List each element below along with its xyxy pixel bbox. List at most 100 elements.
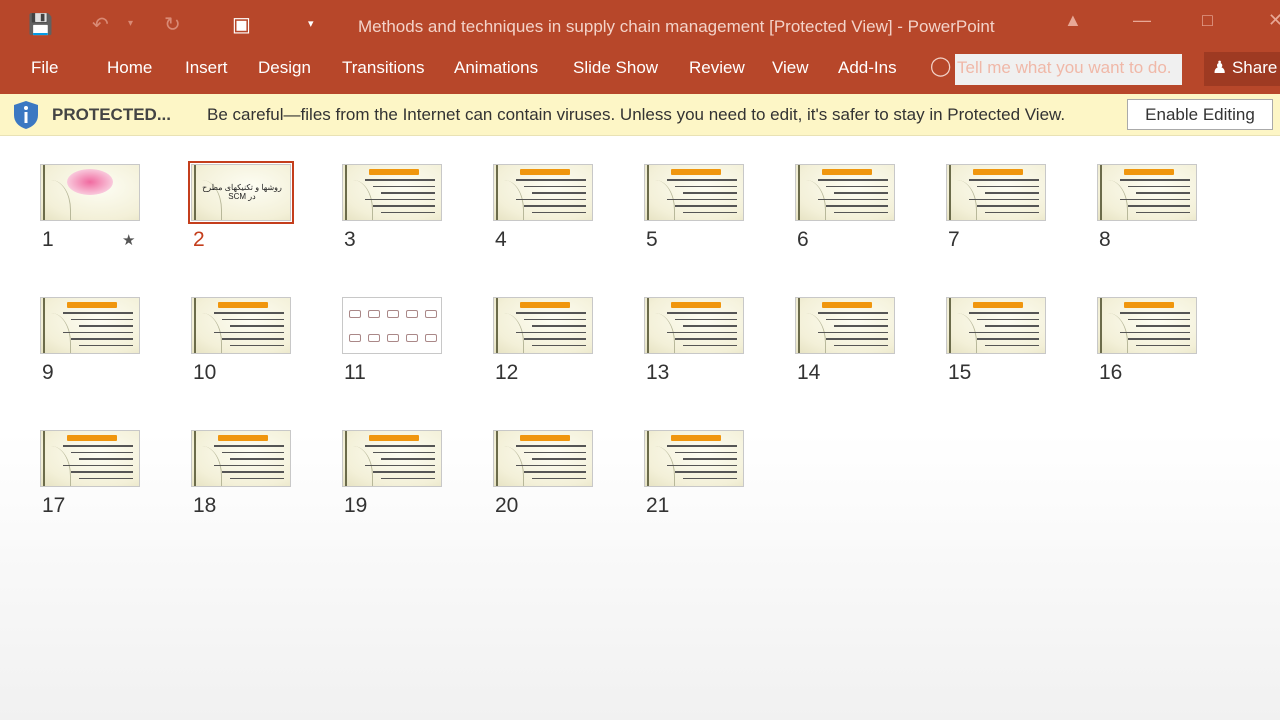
close-icon[interactable]: ✕ bbox=[1268, 10, 1280, 31]
slide-decoration bbox=[796, 180, 826, 220]
tab-animations[interactable]: Animations bbox=[454, 58, 538, 78]
slide-text-line bbox=[667, 179, 737, 181]
slide-text-line bbox=[834, 344, 888, 346]
slide-text-line bbox=[977, 185, 1039, 187]
save-icon[interactable]: 💾 bbox=[28, 12, 53, 37]
slide-text-line bbox=[71, 451, 133, 453]
slide-number: 15 bbox=[948, 361, 972, 384]
slide-thumbnail[interactable] bbox=[946, 164, 1046, 221]
redo-icon[interactable]: ↻ bbox=[164, 12, 181, 37]
slide-thumbnail[interactable] bbox=[191, 430, 291, 487]
slide-thumbnail[interactable] bbox=[795, 297, 895, 354]
slide-thumbnail[interactable] bbox=[40, 297, 140, 354]
slide-number: 4 bbox=[495, 228, 507, 251]
enable-editing-button[interactable]: Enable Editing bbox=[1127, 99, 1273, 130]
slide-text-line bbox=[532, 477, 586, 479]
slide-thumbnail[interactable] bbox=[493, 297, 593, 354]
tab-transitions[interactable]: Transitions bbox=[342, 58, 425, 78]
slide-thumbnail[interactable] bbox=[795, 164, 895, 221]
diagram-node bbox=[368, 310, 380, 318]
slide-decoration bbox=[645, 313, 675, 353]
slide-decoration bbox=[494, 180, 524, 220]
tab-file[interactable]: File bbox=[31, 58, 58, 78]
slide-title-bar bbox=[822, 169, 872, 175]
slide-text-line bbox=[826, 185, 888, 187]
slide-thumbnail[interactable] bbox=[946, 297, 1046, 354]
slide-text-line bbox=[1120, 179, 1190, 181]
slide-number: 21 bbox=[646, 494, 670, 517]
slide-thumbnail[interactable] bbox=[40, 164, 140, 221]
slide-number: 1 bbox=[42, 228, 54, 251]
slide-thumbnail[interactable] bbox=[644, 297, 744, 354]
slide-thumbnail[interactable]: روشها و تکنیکهای مطرح در SCM bbox=[188, 161, 294, 224]
slide-text-line bbox=[230, 325, 284, 327]
slide-text-line bbox=[826, 205, 888, 207]
slide-title-bar bbox=[1124, 169, 1174, 175]
lightbulb-icon: ◯ bbox=[930, 56, 952, 77]
maximize-icon[interactable]: □ bbox=[1202, 10, 1213, 31]
slide-decoration bbox=[1098, 313, 1128, 353]
slide-text-line bbox=[516, 445, 586, 447]
slide-thumbnail[interactable] bbox=[1097, 164, 1197, 221]
slide-text-line bbox=[381, 477, 435, 479]
slide-thumbnail[interactable] bbox=[191, 297, 291, 354]
slide-number: 5 bbox=[646, 228, 658, 251]
tab-design[interactable]: Design bbox=[258, 58, 311, 78]
slide-text-line bbox=[683, 211, 737, 213]
slide-text-line bbox=[675, 205, 737, 207]
slide-text-line bbox=[683, 458, 737, 460]
slide-number: 14 bbox=[797, 361, 821, 384]
slide-text-line bbox=[63, 464, 133, 466]
slide-thumbnail[interactable] bbox=[493, 164, 593, 221]
slide-text-line bbox=[71, 471, 133, 473]
slide-decoration bbox=[494, 446, 524, 486]
slide-thumbnail[interactable] bbox=[342, 164, 442, 221]
slide-text-line bbox=[214, 331, 284, 333]
tab-insert[interactable]: Insert bbox=[185, 58, 228, 78]
slide-text-line bbox=[1136, 192, 1190, 194]
diagram-node bbox=[425, 334, 437, 342]
animation-star-icon[interactable]: ★ bbox=[122, 231, 135, 249]
undo-icon[interactable]: ↶ bbox=[92, 12, 109, 37]
slide-thumbnail[interactable] bbox=[1097, 297, 1197, 354]
slide-text-line bbox=[667, 464, 737, 466]
undo-dropdown-icon[interactable]: ▾ bbox=[128, 18, 133, 29]
slide-text-line bbox=[524, 318, 586, 320]
tab-add-ins[interactable]: Add-Ins bbox=[838, 58, 897, 78]
slide-title-bar bbox=[369, 435, 419, 441]
slide-text-line bbox=[381, 458, 435, 460]
tab-home[interactable]: Home bbox=[107, 58, 152, 78]
slide-text-line bbox=[222, 471, 284, 473]
share-button[interactable]: ♟ Share bbox=[1204, 52, 1280, 86]
slide-thumbnail[interactable] bbox=[40, 430, 140, 487]
tab-slide-show[interactable]: Slide Show bbox=[573, 58, 658, 78]
diagram-node bbox=[387, 334, 399, 342]
slide-text-line bbox=[977, 318, 1039, 320]
ribbon-display-options-icon[interactable]: ▲ bbox=[1064, 10, 1082, 31]
tab-review[interactable]: Review bbox=[689, 58, 745, 78]
slide-text-line bbox=[79, 477, 133, 479]
tell-me-input[interactable]: Tell me what you want to do. bbox=[955, 54, 1182, 85]
window-title: Methods and techniques in supply chain m… bbox=[358, 17, 995, 36]
slide-thumbnail[interactable] bbox=[342, 297, 442, 354]
tab-view[interactable]: View bbox=[772, 58, 809, 78]
slide-text-line bbox=[818, 331, 888, 333]
slide-thumbnail[interactable] bbox=[342, 430, 442, 487]
slide-decoration bbox=[192, 446, 222, 486]
slide-text-line bbox=[826, 338, 888, 340]
slide-thumbnail[interactable] bbox=[644, 430, 744, 487]
slide-text-line bbox=[818, 179, 888, 181]
slide-text-line bbox=[79, 325, 133, 327]
customize-icon[interactable]: ▾ bbox=[308, 17, 314, 30]
slide-decoration bbox=[41, 446, 71, 486]
slide-text-line bbox=[524, 185, 586, 187]
slide-text-line bbox=[675, 338, 737, 340]
minimize-icon[interactable]: — bbox=[1133, 10, 1151, 31]
slide-text-line bbox=[214, 312, 284, 314]
slide-thumbnail[interactable] bbox=[493, 430, 593, 487]
slide-text-line bbox=[214, 464, 284, 466]
present-from-start-icon[interactable]: ▣ bbox=[232, 12, 251, 37]
slide-decoration bbox=[947, 180, 977, 220]
slide-thumbnail[interactable] bbox=[644, 164, 744, 221]
slide-text-line bbox=[683, 192, 737, 194]
